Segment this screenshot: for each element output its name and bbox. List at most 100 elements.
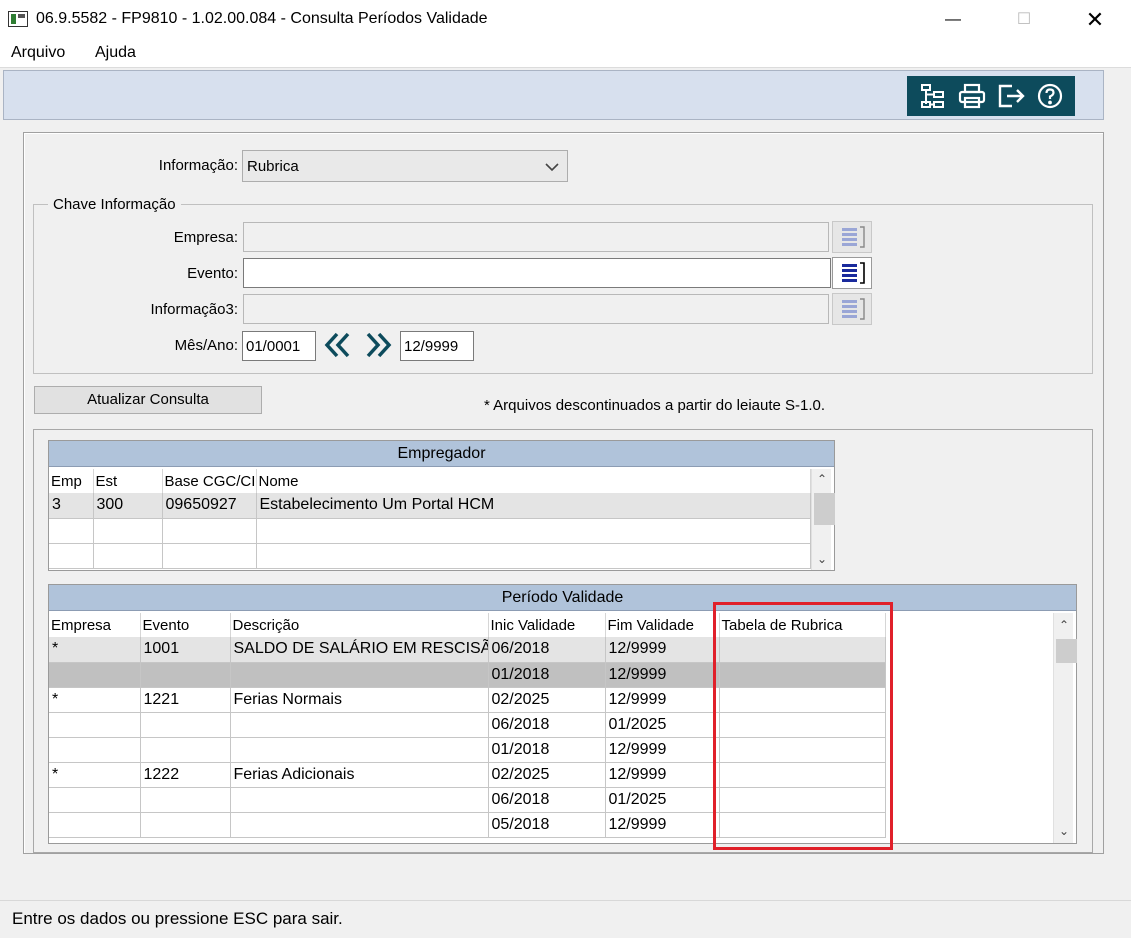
table-cell: 12/9999 — [605, 662, 720, 688]
informacao-value: Rubrica — [247, 158, 299, 175]
scroll-down-icon[interactable]: ⌄ — [1054, 821, 1074, 841]
col-est[interactable]: Est — [93, 469, 163, 493]
menu-arquivo[interactable]: Arquivo — [11, 44, 65, 62]
table-cell — [49, 787, 141, 813]
table-cell: 12/9999 — [605, 812, 720, 838]
table-cell — [230, 737, 489, 763]
status-bar: Entre os dados ou pressione ESC para sai… — [0, 900, 1131, 938]
toolbar-buttons — [907, 76, 1075, 116]
menu-ajuda[interactable]: Ajuda — [95, 44, 136, 62]
mesano-end-field[interactable]: 12/9999 — [400, 331, 474, 361]
table-cell: 06/2018 — [488, 787, 606, 813]
col-nome[interactable]: Nome — [256, 469, 811, 493]
toolbar — [3, 70, 1104, 120]
mesano-start-field[interactable]: 01/0001 — [242, 331, 316, 361]
col-base-cgc[interactable]: Base CGC/CI — [162, 469, 257, 493]
table-row[interactable]: 3 300 09650927 Estabelecimento Um Portal… — [49, 493, 811, 519]
tree-icon[interactable] — [917, 80, 949, 112]
table-cell — [230, 787, 489, 813]
table-cell: 12/9999 — [605, 637, 720, 663]
table-cell — [49, 518, 94, 544]
table-cell: 1221 — [140, 687, 231, 713]
printer-icon[interactable] — [956, 80, 988, 112]
table-cell: * — [49, 637, 141, 663]
col-fim-validade[interactable]: Fim Validade — [605, 613, 720, 637]
empregador-table: Emp Est Base CGC/CI Nome 3 300 09650927 … — [49, 469, 811, 569]
col-evento[interactable]: Evento — [140, 613, 231, 637]
table-cell: 01/2018 — [488, 662, 606, 688]
table-cell: 06/2018 — [488, 712, 606, 738]
group-title: Chave Informação — [48, 196, 181, 213]
empregador-title: Empregador — [49, 441, 834, 467]
periodo-grid: Período Validade Empresa Evento Descriçã… — [48, 584, 1077, 844]
table-cell: 300 — [93, 493, 163, 519]
maximize-button[interactable]: ☐ — [1001, 0, 1047, 40]
periodo-scrollbar[interactable]: ⌃ ⌄ — [1053, 613, 1077, 843]
table-cell — [93, 518, 163, 544]
chevron-down-icon — [545, 159, 559, 176]
empresa-label: Empresa: — [173, 229, 238, 246]
empresa-lookup-icon[interactable] — [832, 221, 872, 253]
col-empresa[interactable]: Empresa — [49, 613, 141, 637]
scroll-up-icon[interactable]: ⌃ — [1054, 615, 1074, 635]
table-row[interactable] — [49, 543, 811, 569]
table-cell — [140, 812, 231, 838]
table-cell — [230, 812, 489, 838]
table-cell — [49, 712, 141, 738]
table-cell: Estabelecimento Um Portal HCM — [256, 493, 811, 519]
table-cell — [256, 518, 811, 544]
double-chevron-left-icon — [324, 332, 350, 358]
leiaute-note: * Arquivos descontinuados a partir do le… — [484, 397, 826, 414]
table-cell: SALDO DE SALÁRIO EM RESCISÃO — [230, 637, 489, 663]
next-period-button[interactable] — [362, 330, 394, 360]
table-cell: 12/9999 — [605, 762, 720, 788]
table-cell: 12/9999 — [605, 687, 720, 713]
informacao3-lookup-icon[interactable] — [832, 293, 872, 325]
minimize-button[interactable]: — — [930, 0, 976, 40]
scroll-thumb[interactable] — [1056, 639, 1077, 663]
table-cell — [140, 787, 231, 813]
table-cell — [93, 543, 163, 569]
informacao-select[interactable]: Rubrica — [242, 150, 568, 182]
scroll-up-icon[interactable]: ⌃ — [812, 469, 832, 489]
evento-label: Evento: — [187, 265, 238, 282]
table-row[interactable] — [49, 518, 811, 544]
col-emp[interactable]: Emp — [49, 469, 94, 493]
informacao3-label: Informação3: — [150, 301, 238, 318]
table-cell: * — [49, 687, 141, 713]
table-cell: 02/2025 — [488, 687, 606, 713]
close-button[interactable]: ✕ — [1072, 0, 1118, 40]
highlight-box — [713, 602, 893, 850]
table-cell: 01/2025 — [605, 787, 720, 813]
table-cell: 1001 — [140, 637, 231, 663]
exit-icon[interactable] — [995, 80, 1027, 112]
table-cell — [49, 737, 141, 763]
col-descricao[interactable]: Descrição — [230, 613, 489, 637]
table-cell — [230, 662, 489, 688]
help-icon[interactable] — [1034, 80, 1066, 112]
col-inic-validade[interactable]: Inic Validade — [488, 613, 606, 637]
menu-bar: Arquivo Ajuda — [0, 40, 1131, 68]
previous-period-button[interactable] — [322, 330, 354, 360]
periodo-title: Período Validade — [49, 585, 1076, 611]
title-bar: 06.9.5582 - FP9810 - 1.02.00.084 - Consu… — [0, 0, 1131, 40]
table-cell — [49, 812, 141, 838]
table-cell — [256, 543, 811, 569]
table-cell: 01/2018 — [488, 737, 606, 763]
table-cell — [140, 712, 231, 738]
table-cell: 06/2018 — [488, 637, 606, 663]
table-cell: Ferias Normais — [230, 687, 489, 713]
table-cell — [162, 518, 257, 544]
window-title: 06.9.5582 - FP9810 - 1.02.00.084 - Consu… — [36, 10, 488, 27]
evento-lookup-icon[interactable] — [832, 257, 872, 289]
empregador-scrollbar[interactable]: ⌃ ⌄ — [811, 469, 835, 570]
evento-field[interactable] — [243, 258, 831, 288]
table-cell — [49, 662, 141, 688]
table-cell: 12/9999 — [605, 737, 720, 763]
scroll-down-icon[interactable]: ⌄ — [812, 549, 832, 569]
table-cell — [162, 543, 257, 569]
atualizar-consulta-button[interactable]: Atualizar Consulta — [34, 386, 262, 414]
scroll-thumb[interactable] — [814, 493, 835, 525]
informacao3-field[interactable] — [243, 294, 829, 324]
empresa-field[interactable] — [243, 222, 829, 252]
